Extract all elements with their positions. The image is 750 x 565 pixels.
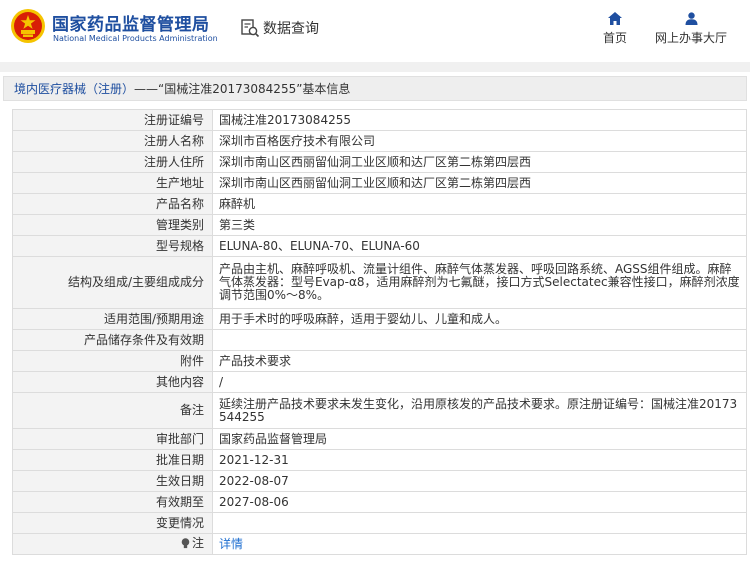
nav-home[interactable]: 首页 — [598, 12, 632, 46]
field-value — [212, 512, 747, 534]
field-label: 产品名称 — [12, 193, 213, 215]
table-row: 有效期至 2027-08-06 — [12, 491, 747, 513]
data-search-icon — [241, 19, 260, 38]
nav-online-office-label: 网上办事大厅 — [654, 31, 727, 45]
field-value — [212, 329, 747, 351]
breadcrumb-section-link[interactable]: 境内医疗器械（注册） — [14, 80, 134, 97]
home-icon — [608, 12, 622, 25]
field-value: 深圳市百格医疗技术有限公司 — [212, 130, 747, 152]
field-label: 结构及组成/主要组成成分 — [12, 256, 213, 309]
data-query-link[interactable]: 数据查询 — [240, 17, 319, 39]
field-value: 2027-08-06 — [212, 491, 747, 513]
data-query-label: 数据查询 — [263, 21, 319, 37]
field-label: 生产地址 — [12, 172, 213, 194]
table-row: 变更情况 — [12, 512, 747, 534]
field-value: 国家药品监督管理局 — [212, 428, 747, 450]
field-value: 详情 — [212, 533, 747, 555]
field-value: 第三类 — [212, 214, 747, 236]
field-label: 注册人住所 — [12, 151, 213, 173]
table-row: 附件 产品技术要求 — [12, 350, 747, 372]
info-bulb-icon — [181, 537, 190, 548]
field-label: 批准日期 — [12, 449, 213, 471]
breadcrumb-separator: —— — [134, 81, 159, 96]
field-value: 延续注册产品技术要求未发生变化，沿用原核发的产品技术要求。原注册证编号：国械注准… — [212, 392, 747, 429]
note-label: 注 — [181, 535, 204, 550]
nav-home-label: 首页 — [602, 31, 627, 45]
note-label-text: 注 — [191, 535, 204, 550]
field-label: 产品储存条件及有效期 — [12, 329, 213, 351]
person-icon — [685, 12, 697, 25]
table-row: 注册人住所 深圳市南山区西丽留仙洞工业区顺和达厂区第二栋第四层西 — [12, 151, 747, 173]
field-label: 管理类别 — [12, 214, 213, 236]
table-row: 备注 延续注册产品技术要求未发生变化，沿用原核发的产品技术要求。原注册证编号：国… — [12, 392, 747, 429]
field-value: 麻醉机 — [212, 193, 747, 215]
table-row: 管理类别 第三类 — [12, 214, 747, 236]
field-value: 产品由主机、麻醉呼吸机、流量计组件、麻醉气体蒸发器、呼吸回路系统、AGSS组件组… — [212, 256, 747, 309]
field-value: ELUNA-80、ELUNA-70、ELUNA-60 — [212, 235, 747, 257]
site-name-cn[interactable]: 国家药品监督管理局 — [52, 10, 210, 35]
site-header: 国家药品监督管理局 National Medical Products Admi… — [0, 0, 750, 62]
table-row: 其他内容 / — [12, 371, 747, 393]
field-value: 深圳市南山区西丽留仙洞工业区顺和达厂区第二栋第四层西 — [212, 172, 747, 194]
field-value: 产品技术要求 — [212, 350, 747, 372]
table-row: 产品名称 麻醉机 — [12, 193, 747, 215]
nav-online-office[interactable]: 网上办事大厅 — [650, 12, 732, 46]
note-label-cell: 注 — [12, 533, 213, 555]
table-row: 审批部门 国家药品监督管理局 — [12, 428, 747, 450]
registration-info-table: 注册证编号 国械注准20173084255 注册人名称 深圳市百格医疗技术有限公… — [12, 109, 747, 555]
table-row: 生效日期 2022-08-07 — [12, 470, 747, 492]
field-label: 变更情况 — [12, 512, 213, 534]
table-row: 注册人名称 深圳市百格医疗技术有限公司 — [12, 130, 747, 152]
header-divider — [0, 62, 750, 72]
field-label: 注册证编号 — [12, 109, 213, 131]
table-row: 适用范围/预期用途 用于手术时的呼吸麻醉，适用于婴幼儿、儿童和成人。 — [12, 308, 747, 330]
field-label: 审批部门 — [12, 428, 213, 450]
field-label: 适用范围/预期用途 — [12, 308, 213, 330]
national-emblem-icon[interactable] — [10, 8, 46, 44]
details-link[interactable]: 详情 — [219, 537, 243, 551]
table-row: 批准日期 2021-12-31 — [12, 449, 747, 471]
table-row: 产品储存条件及有效期 — [12, 329, 747, 351]
table-row: 结构及组成/主要组成成分 产品由主机、麻醉呼吸机、流量计组件、麻醉气体蒸发器、呼… — [12, 256, 747, 309]
table-row: 注册证编号 国械注准20173084255 — [12, 109, 747, 131]
breadcrumb-title: “国械注准20173084255”基本信息 — [158, 82, 351, 96]
field-label: 注册人名称 — [12, 130, 213, 152]
field-value: 国械注准20173084255 — [212, 109, 747, 131]
field-value: 2022-08-07 — [212, 470, 747, 492]
table-row: 生产地址 深圳市南山区西丽留仙洞工业区顺和达厂区第二栋第四层西 — [12, 172, 747, 194]
field-label: 有效期至 — [12, 491, 213, 513]
table-row: 注 详情 — [12, 533, 747, 555]
field-label: 附件 — [12, 350, 213, 372]
breadcrumb: 境内医疗器械（注册） —— “国械注准20173084255”基本信息 — [3, 76, 747, 101]
field-value: 用于手术时的呼吸麻醉，适用于婴幼儿、儿童和成人。 — [212, 308, 747, 330]
field-label: 其他内容 — [12, 371, 213, 393]
table-row: 型号规格 ELUNA-80、ELUNA-70、ELUNA-60 — [12, 235, 747, 257]
field-value: / — [212, 371, 747, 393]
field-label: 型号规格 — [12, 235, 213, 257]
field-label: 备注 — [12, 392, 213, 429]
field-label: 生效日期 — [12, 470, 213, 492]
field-value: 2021-12-31 — [212, 449, 747, 471]
site-name-en: National Medical Products Administration — [53, 34, 218, 43]
field-value: 深圳市南山区西丽留仙洞工业区顺和达厂区第二栋第四层西 — [212, 151, 747, 173]
